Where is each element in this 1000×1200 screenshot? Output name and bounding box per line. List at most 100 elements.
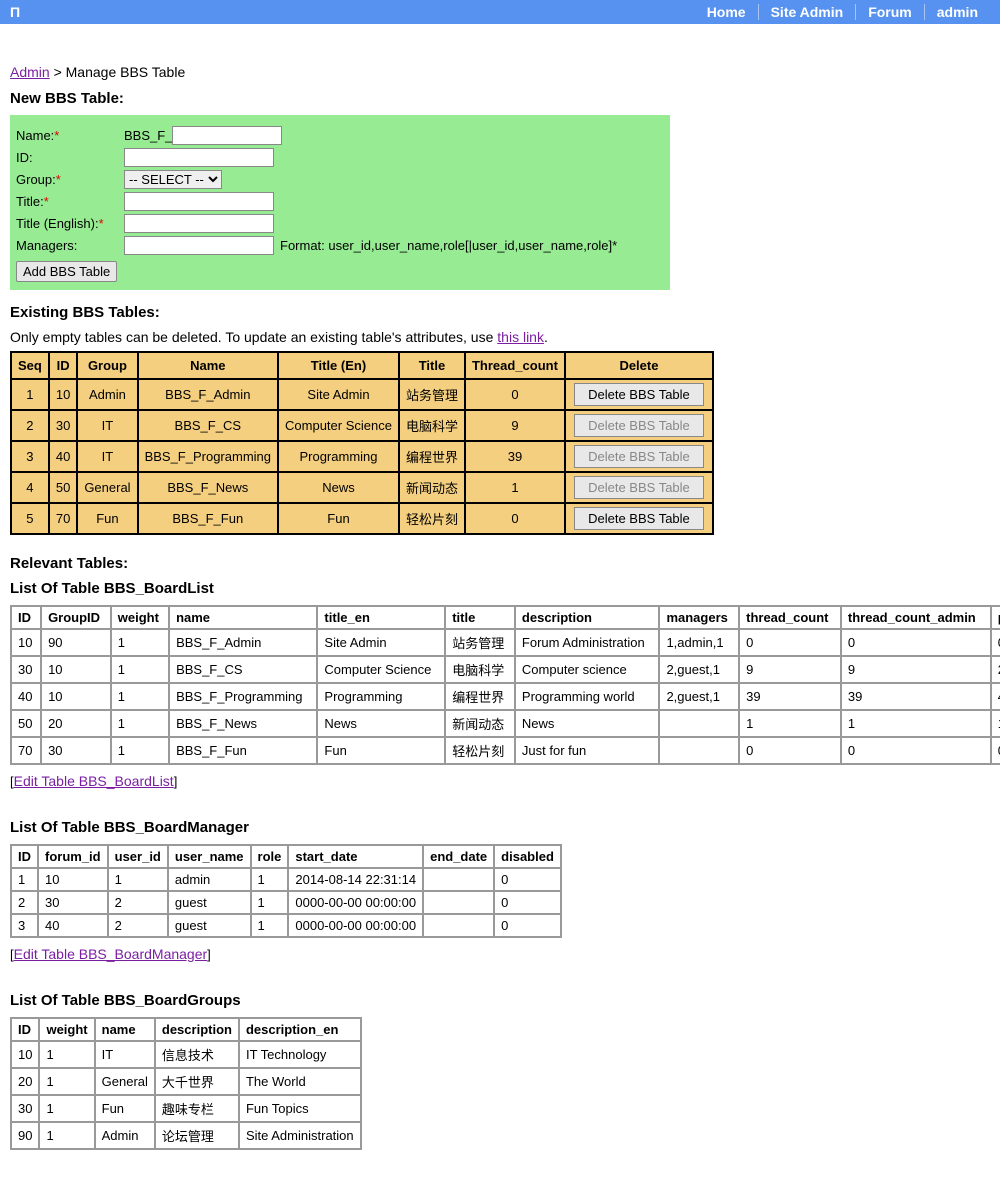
col-header: name	[95, 1018, 155, 1041]
cell: 1	[111, 629, 169, 656]
table-row: 30101BBS_F_CSComputer Science电脑科学Compute…	[11, 656, 1000, 683]
cell: BBS_F_News	[169, 710, 317, 737]
cell: 编程世界	[445, 683, 515, 710]
name-label: Name:*	[16, 128, 124, 143]
breadcrumb-admin-link[interactable]: Admin	[10, 64, 50, 80]
cell: BBS_F_CS	[138, 410, 278, 441]
boardmanager-table: IDforum_iduser_iduser_namerolestart_date…	[10, 844, 562, 938]
col-header: Title	[399, 352, 465, 379]
table-row: 110AdminBBS_F_AdminSite Admin站务管理0Delete…	[11, 379, 713, 410]
cell: 10	[41, 683, 111, 710]
cell: 30	[38, 891, 108, 914]
table-row: 340ITBBS_F_ProgrammingProgramming编程世界39D…	[11, 441, 713, 472]
cell: 0	[494, 914, 561, 937]
brand-logo: Π	[10, 4, 20, 20]
cell: 0000-00-00 00:00:00	[288, 891, 423, 914]
group-select[interactable]: -- SELECT --	[124, 170, 222, 189]
cell: 9	[739, 656, 841, 683]
cell: 5	[11, 503, 49, 534]
nav-admin[interactable]: admin	[924, 4, 990, 20]
col-header: GroupID	[41, 606, 111, 629]
cell: 论坛管理	[155, 1122, 239, 1149]
cell	[659, 710, 739, 737]
col-header: Title (En)	[278, 352, 399, 379]
delete-bbs-table-button[interactable]: Delete BBS Table	[574, 383, 704, 406]
cell: 30	[11, 656, 41, 683]
col-header: user_name	[168, 845, 251, 868]
table-row: 70301BBS_F_FunFun轻松片刻Just for fun000	[11, 737, 1000, 764]
table-row: 50201BBS_F_NewsNews新闻动态News111	[11, 710, 1000, 737]
title-input[interactable]	[124, 192, 274, 211]
title-en-input[interactable]	[124, 214, 274, 233]
cell: 40	[11, 683, 41, 710]
edit-boardmanager-link[interactable]: Edit Table BBS_BoardManager	[14, 946, 208, 962]
cell: BBS_F_Programming	[169, 683, 317, 710]
cell: Fun	[278, 503, 399, 534]
cell: 电脑科学	[399, 410, 465, 441]
boardmanager-title: List Of Table BBS_BoardManager	[10, 819, 990, 836]
cell: 0	[841, 737, 991, 764]
cell: 1	[841, 710, 991, 737]
cell: 1	[465, 472, 565, 503]
cell: 新闻动态	[445, 710, 515, 737]
cell: Site Admin	[317, 629, 445, 656]
cell: 20	[41, 710, 111, 737]
cell: 9	[841, 656, 991, 683]
cell: 10	[49, 379, 77, 410]
nav-forum[interactable]: Forum	[855, 4, 924, 20]
nav-site-admin[interactable]: Site Admin	[758, 4, 856, 20]
cell: BBS_F_Programming	[138, 441, 278, 472]
cell: Delete BBS Table	[565, 441, 713, 472]
managers-input[interactable]	[124, 236, 274, 255]
cell: 1	[39, 1068, 94, 1095]
col-header: weight	[39, 1018, 94, 1041]
update-attributes-link[interactable]: this link	[497, 329, 544, 345]
cell: 0	[739, 737, 841, 764]
cell: BBS_F_Admin	[169, 629, 317, 656]
cell: Delete BBS Table	[565, 503, 713, 534]
cell: Just for fun	[515, 737, 660, 764]
cell: 39	[739, 683, 841, 710]
cell: guest	[168, 891, 251, 914]
id-input[interactable]	[124, 148, 274, 167]
cell: 70	[11, 737, 41, 764]
cell: BBS_F_Admin	[138, 379, 278, 410]
cell: 90	[41, 629, 111, 656]
cell: Delete BBS Table	[565, 472, 713, 503]
col-header: forum_id	[38, 845, 108, 868]
cell: 30	[49, 410, 77, 441]
topnav: HomeSite AdminForumadmin	[695, 4, 990, 20]
cell: 2,guest,1	[659, 656, 739, 683]
cell: BBS_F_News	[138, 472, 278, 503]
name-input[interactable]	[172, 126, 282, 145]
col-header: description_en	[239, 1018, 361, 1041]
cell: 2	[108, 891, 168, 914]
delete-bbs-table-button: Delete BBS Table	[574, 445, 704, 468]
group-label: Group:*	[16, 172, 124, 187]
cell: 电脑科学	[445, 656, 515, 683]
cell: 30	[41, 737, 111, 764]
cell: 20	[11, 1068, 39, 1095]
table-row: 301Fun趣味专栏Fun Topics	[11, 1095, 361, 1122]
cell: 站务管理	[399, 379, 465, 410]
table-row: 3402guest10000-00-00 00:00:000	[11, 914, 561, 937]
nav-home[interactable]: Home	[695, 4, 758, 20]
col-header: title_en	[317, 606, 445, 629]
cell: 0	[465, 379, 565, 410]
cell: 1	[111, 683, 169, 710]
boardlist-title: List Of Table BBS_BoardList	[10, 580, 990, 597]
cell: 2014-08-14 22:31:14	[288, 868, 423, 891]
table-row: 570FunBBS_F_FunFun轻松片刻0Delete BBS Table	[11, 503, 713, 534]
cell: Computer Science	[278, 410, 399, 441]
cell: IT	[95, 1041, 155, 1068]
cell: Computer Science	[317, 656, 445, 683]
cell: Admin	[77, 379, 137, 410]
boardlist-table: IDGroupIDweightnametitle_entitledescript…	[10, 605, 1000, 765]
add-bbs-table-button[interactable]: Add BBS Table	[16, 261, 117, 282]
cell: Programming	[317, 683, 445, 710]
delete-bbs-table-button[interactable]: Delete BBS Table	[574, 507, 704, 530]
edit-boardlist-link[interactable]: Edit Table BBS_BoardList	[14, 773, 174, 789]
col-header: ID	[11, 606, 41, 629]
col-header: end_date	[423, 845, 494, 868]
table-row: 901Admin论坛管理Site Administration	[11, 1122, 361, 1149]
